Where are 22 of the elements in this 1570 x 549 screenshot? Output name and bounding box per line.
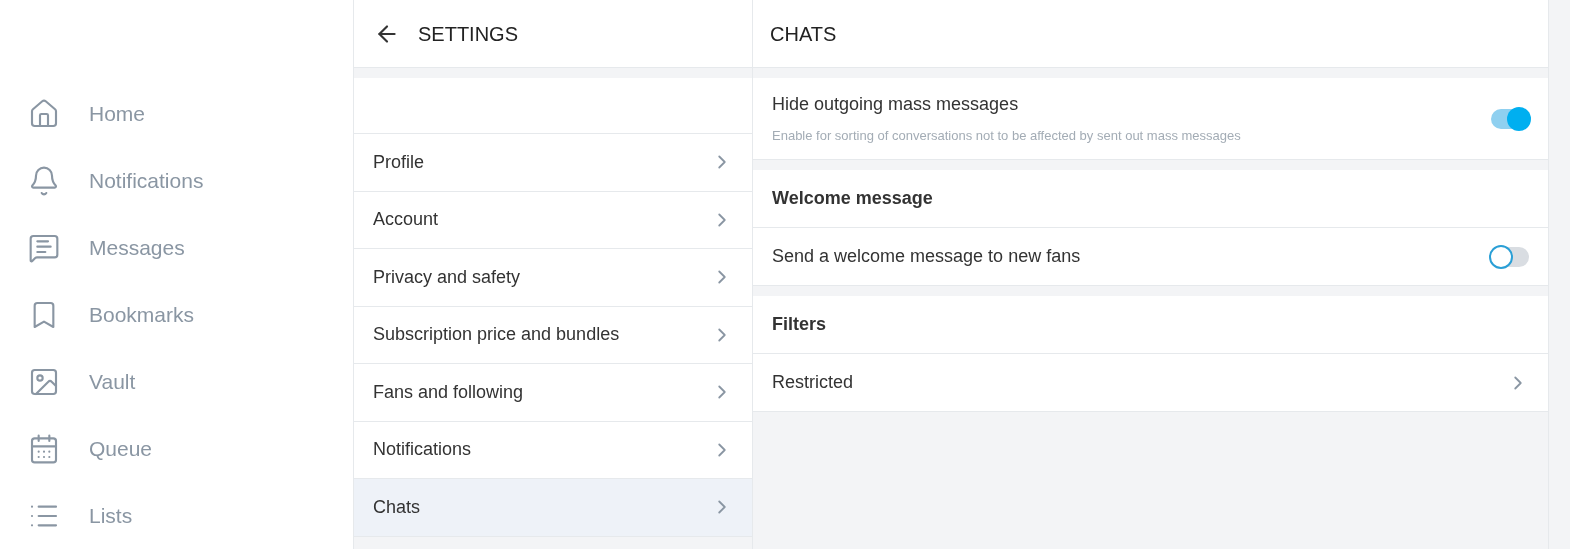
section-heading: Welcome message xyxy=(772,187,933,210)
settings-item[interactable]: Privacy and safety xyxy=(354,249,752,307)
toggle-switch[interactable] xyxy=(1491,108,1529,129)
panel-title: SETTINGS xyxy=(418,21,518,47)
home-icon xyxy=(28,98,60,130)
settings-item[interactable]: Chats xyxy=(354,479,752,537)
setting-label: Send a welcome message to new fans xyxy=(772,245,1081,268)
settings-item[interactable]: Subscription price and bundles xyxy=(354,306,752,364)
toggle-switch[interactable] xyxy=(1491,246,1529,267)
panel-title: CHATS xyxy=(770,21,837,47)
settings-item[interactable]: Notifications xyxy=(354,421,752,479)
section-heading: Filters xyxy=(772,313,827,336)
image-icon xyxy=(28,366,60,398)
bell-icon xyxy=(28,165,60,197)
setting-description: Enable for sorting of conversations not to be affected by sent out mass messages xyxy=(772,127,1241,146)
message-icon xyxy=(28,232,60,264)
setting-label: Hide outgoing mass messages xyxy=(772,93,1020,117)
settings-item[interactable]: Fans and following xyxy=(354,364,752,422)
settings-item[interactable]: Profile xyxy=(354,134,752,192)
calendar-icon xyxy=(28,433,60,465)
settings-item[interactable]: Account xyxy=(354,191,752,249)
settings-link[interactable]: Restricted xyxy=(753,354,1548,412)
